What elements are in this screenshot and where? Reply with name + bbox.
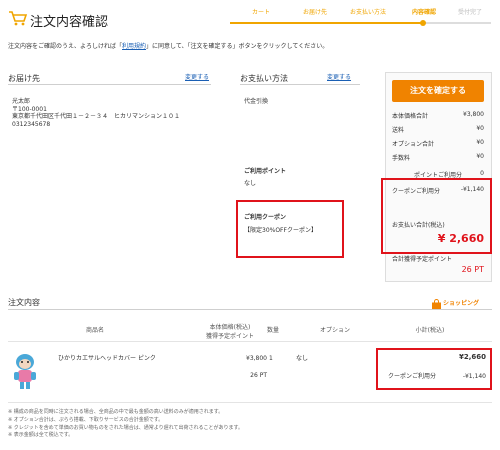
- summary-coupon-label: クーポンご利用分: [392, 188, 441, 195]
- summary-row-value: ¥3,800: [463, 111, 484, 118]
- delivery-postal: 〒100-0001: [12, 105, 47, 113]
- summary-row-label: 本体価格合計: [392, 113, 429, 120]
- col-name: 商品名: [85, 327, 104, 334]
- step-delivery: お届け先: [303, 9, 328, 16]
- summary-row-value: ¥0: [476, 153, 484, 160]
- step-cart: カート: [252, 9, 271, 16]
- product-qty: 1: [269, 355, 273, 362]
- step-payment: お支払い方法: [350, 9, 387, 16]
- delivery-info: 光太郎 〒100-0001 東京都千代田区千代田１－２－３４ ヒカリマンション１…: [12, 98, 180, 128]
- step-complete: 受付完了: [458, 9, 483, 16]
- summary-row: 送料 ¥0: [392, 125, 484, 134]
- note-item: ※ クレジットを含めて単価のお買い物ものをされた場合は、通常より遅れて出荷される…: [8, 424, 244, 431]
- delivery-address: 東京都千代田区千代田１－２－３４ ヒカリマンション１０１: [12, 113, 181, 120]
- col-qty: 数量: [266, 327, 279, 334]
- points-value: なし: [244, 180, 257, 187]
- summary-total-label: お支払い合計(税込): [392, 222, 445, 229]
- product-name-link[interactable]: ひかりカエサルヘッドカバー ピンク: [58, 355, 156, 363]
- note-item: ※ オプション合計は、ぷらら搭載、下取りサービスの合計金額です。: [8, 416, 164, 423]
- order-divider: [8, 309, 492, 310]
- shopping-bag-icon: [431, 295, 442, 314]
- delivery-heading: お届け先: [8, 74, 40, 83]
- note-text: 構成の商品を同時に注文される場合、全商品の中で最も金額の高い送料のみが適用されま…: [13, 409, 224, 415]
- product-price: ¥3,800: [246, 355, 267, 362]
- summary-row-label: 手数料: [392, 155, 411, 162]
- coupon-value: 【限定30%OFFクーポン】: [244, 227, 317, 234]
- product-subtotal: ¥2,660: [458, 353, 486, 361]
- progress-line-todo: [423, 22, 491, 24]
- progress-line-done: [230, 22, 423, 24]
- delivery-name: 光太郎: [12, 98, 31, 105]
- points-heading: ご利用ポイント: [244, 168, 287, 175]
- delivery-phone: 0312345678: [12, 120, 51, 128]
- product-points: 26 PT: [250, 372, 267, 379]
- payment-heading: お支払い方法: [240, 74, 288, 83]
- page-title: 注文内容確認: [30, 15, 109, 30]
- table-header-divider: [8, 341, 492, 342]
- step-confirm: 内容確認: [412, 9, 437, 16]
- intro-before: 注文内容をご確認のうえ、よろしければ「: [8, 43, 123, 50]
- summary-coupon-row: クーポンご利用分 -¥1,140: [392, 186, 484, 195]
- intro-after: 」に同意して、「注文を確定する」ボタンをクリックしてください。: [146, 43, 329, 50]
- col-subtotal: 小計(税込): [415, 327, 445, 334]
- summary-row-value: ¥0: [476, 139, 484, 146]
- note-text: オプション合計は、ぷらら搭載、下取りサービスの合計金額です。: [13, 416, 164, 423]
- col-option: オプション: [319, 327, 350, 334]
- note-text: 表示金額は全て税込です。: [13, 432, 74, 439]
- product-row-divider: [8, 402, 492, 403]
- notes-list: ※ 構成の商品を同時に注文される場合、全商品の中で最も金額の高い送料のみが適用さ…: [8, 409, 493, 440]
- coupon-heading: ご利用クーポン: [244, 214, 287, 221]
- summary-row: 手数料 ¥0: [392, 153, 484, 162]
- note-text: クレジットを含めて単価のお買い物ものをされた場合は、通常より遅れて出荷されること…: [13, 424, 244, 431]
- summary-row-label: 送料: [392, 127, 405, 134]
- note-item: ※ 構成の商品を同時に注文される場合、全商品の中で最も金額の高い送料のみが適用さ…: [8, 409, 224, 415]
- summary-row-label: オプション合計: [392, 141, 435, 148]
- summary-row: オプション合計 ¥0: [392, 139, 484, 148]
- cart-icon: [8, 10, 28, 30]
- product-coupon-value: -¥1,140: [462, 373, 486, 380]
- confirm-order-button[interactable]: 注文を確定する: [392, 80, 484, 102]
- order-heading: 注文内容: [8, 298, 40, 307]
- delivery-divider: [8, 84, 211, 85]
- note-item: ※ 表示金額は全て税込です。: [8, 432, 74, 439]
- intro-text: 注文内容をご確認のうえ、よろしければ「利用規約」に同意して、「注文を確定する」ボ…: [8, 43, 493, 51]
- summary-row-value: ¥0: [476, 125, 484, 132]
- earn-points-label: 合計獲得予定ポイント: [392, 256, 453, 263]
- delivery-change-link[interactable]: 変更する: [185, 74, 209, 82]
- product-image[interactable]: [12, 352, 38, 394]
- payment-method: 代金引換: [244, 98, 269, 105]
- summary-points-value: 0: [480, 170, 484, 177]
- payment-change-link[interactable]: 変更する: [327, 74, 351, 82]
- product-option: なし: [296, 355, 309, 362]
- summary-total-value: ¥ 2,660: [437, 232, 484, 245]
- earn-points-value: 26 PT: [461, 265, 484, 274]
- payment-divider: [240, 84, 360, 85]
- product-coupon-label: クーポンご利用分: [388, 373, 437, 380]
- step-current-dot: [420, 20, 426, 26]
- shopping-link[interactable]: ショッピング: [443, 298, 479, 307]
- terms-link[interactable]: 利用規約: [122, 43, 146, 50]
- summary-coupon-value: -¥1,140: [460, 186, 484, 193]
- summary-row: 本体価格合計 ¥3,800: [392, 111, 484, 120]
